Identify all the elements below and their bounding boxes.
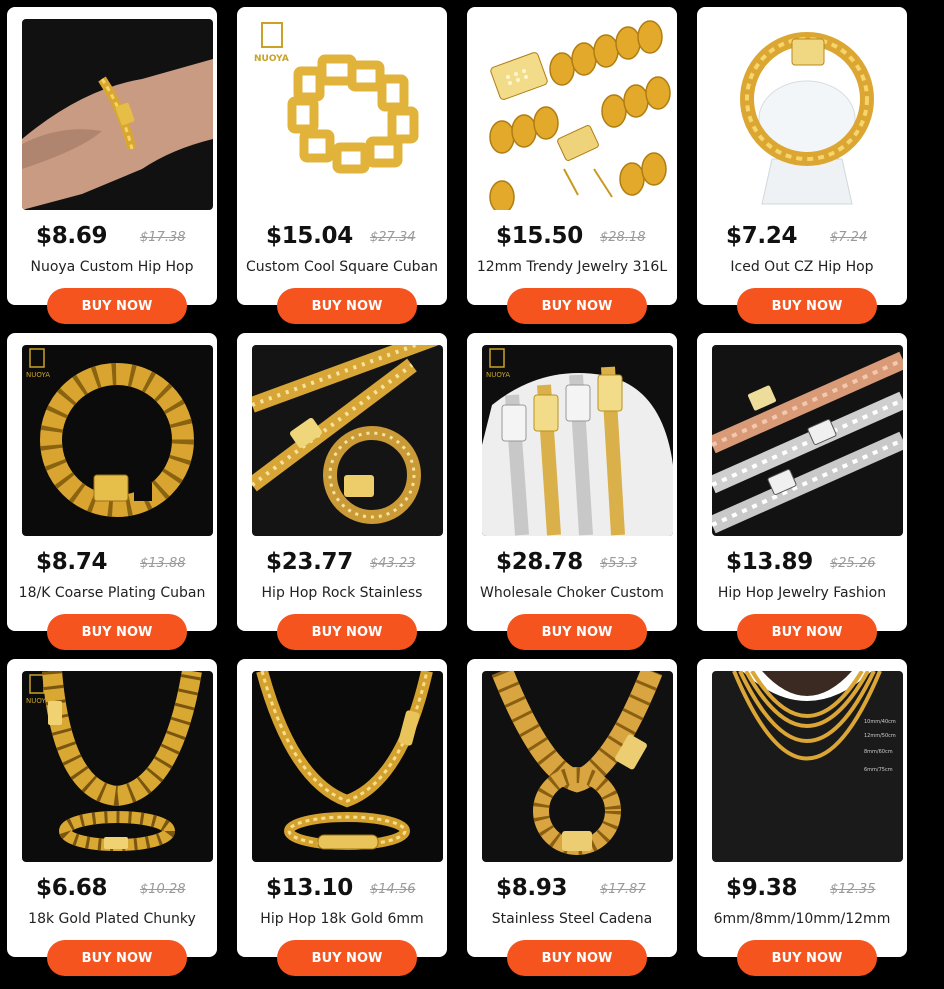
product-price: $23.77 [266,549,353,575]
product-price: $7.24 [726,223,798,249]
product-title[interactable]: Custom Cool Square Cuban [241,259,443,275]
product-price: $9.38 [726,875,798,901]
layered-necklaces-image: 10mm/40cm 12mm/50cm 8mm/60cm 6mm/75cm [712,671,903,862]
original-price: $27.34 [370,230,416,245]
product-title[interactable]: 6mm/8mm/10mm/12mm [701,911,903,927]
product-title[interactable]: 18k Gold Plated Chunky [11,911,213,927]
original-price: $17.87 [600,882,646,897]
product-card[interactable]: $13.89 $25.26 Hip Hop Jewelry Fashion BU… [697,333,907,650]
product-image[interactable] [252,671,443,862]
iced-clasp-chain-image [482,19,673,210]
product-card[interactable]: $8.93 $17.87 Stainless Steel Cadena BUY … [467,659,677,976]
product-card[interactable]: $15.50 $28.18 12mm Trendy Jewelry 316L B… [467,7,677,324]
original-price: $12.35 [830,882,876,897]
product-title[interactable]: 18/K Coarse Plating Cuban [11,585,213,601]
original-price: $25.26 [830,556,876,571]
buy-now-button[interactable]: BUY NOW [507,614,647,650]
product-title[interactable]: Hip Hop 18k Gold 6mm [241,911,443,927]
product-image[interactable] [22,19,213,210]
product-card[interactable]: $8.69 $17.38 Nuoya Custom Hip Hop BUY NO… [7,7,217,324]
product-card[interactable]: NUOYA $15.04 $27.34 Custom Cool Square C… [237,7,447,324]
product-price: $6.68 [36,875,108,901]
buy-now-button[interactable]: BUY NOW [507,288,647,324]
brand-logo-text: NUOYA [486,371,510,379]
buy-now-button[interactable]: BUY NOW [737,614,877,650]
product-card[interactable]: $7.24 $7.24 Iced Out CZ Hip Hop BUY NOW [697,7,907,324]
cuban-bracelet-black-image: NUOYA [22,345,213,536]
cadena-chain-set-image [482,671,673,862]
buy-now-button[interactable]: BUY NOW [277,940,417,976]
buy-now-button[interactable]: BUY NOW [47,288,187,324]
product-image[interactable] [712,19,903,210]
product-image[interactable] [482,671,673,862]
product-title[interactable]: Hip Hop Rock Stainless [241,585,443,601]
product-price: $13.10 [266,875,353,901]
product-grid: $8.69 $17.38 Nuoya Custom Hip Hop BUY NO… [7,7,907,976]
buy-now-button[interactable]: BUY NOW [277,614,417,650]
product-image[interactable]: NUOYA [252,19,443,210]
product-price: $8.74 [36,549,108,575]
buy-now-button[interactable]: BUY NOW [47,614,187,650]
product-card[interactable]: $13.10 $14.56 Hip Hop 18k Gold 6mm BUY N… [237,659,447,976]
chunky-chain-bracelet-image: NUOYA [22,671,213,862]
original-price: $7.24 [830,230,868,245]
original-price: $43.23 [370,556,416,571]
buy-now-button[interactable]: BUY NOW [507,940,647,976]
product-image[interactable]: NUOYA [22,345,213,536]
product-card[interactable]: $23.77 $43.23 Hip Hop Rock Stainless BUY… [237,333,447,650]
bracelet-on-stand-image [712,19,903,210]
product-image[interactable] [482,19,673,210]
product-price: $15.50 [496,223,583,249]
buy-now-button[interactable]: BUY NOW [737,940,877,976]
brand-logo-text: NUOYA [254,54,289,64]
size-label: 6mm/75cm [864,767,893,773]
product-image[interactable]: NUOYA [22,671,213,862]
product-title[interactable]: Nuoya Custom Hip Hop [11,259,213,275]
square-link-bracelet-image: NUOYA [252,19,443,210]
product-card[interactable]: NUOYA $6.68 $10.28 18k Gold Plated Chunk… [7,659,217,976]
product-title[interactable]: Iced Out CZ Hip Hop [701,259,903,275]
wheat-chain-set-image [252,671,443,862]
buy-now-button[interactable]: BUY NOW [277,288,417,324]
product-price: $13.89 [726,549,813,575]
original-price: $13.88 [140,556,186,571]
product-price: $8.93 [496,875,568,901]
product-image[interactable]: NUOYA [482,345,673,536]
product-card[interactable]: NUOYA $8.74 $13.88 18/K Coarse Plating C… [7,333,217,650]
product-card[interactable]: 10mm/40cm 12mm/50cm 8mm/60cm 6mm/75cm $9… [697,659,907,976]
product-image[interactable] [252,345,443,536]
original-price: $53.3 [600,556,638,571]
brand-logo-text: NUOYA [26,371,50,379]
product-title[interactable]: 12mm Trendy Jewelry 316L [471,259,673,275]
size-label: 12mm/50cm [864,733,896,739]
original-price: $14.56 [370,882,416,897]
bracelet-on-wrist-image [22,19,213,210]
product-card[interactable]: NUOYA $28.78 $53.3 Wholesale Choker Cust… [467,333,677,650]
size-label: 8mm/60cm [864,749,893,755]
original-price: $28.18 [600,230,646,245]
product-price: $15.04 [266,223,353,249]
tricolor-chains-image [712,345,903,536]
product-title[interactable]: Stainless Steel Cadena [471,911,673,927]
iced-cuban-set-image [252,345,443,536]
size-label: 10mm/40cm [864,719,896,725]
original-price: $10.28 [140,882,186,897]
product-image[interactable] [712,345,903,536]
product-image[interactable]: 10mm/40cm 12mm/50cm 8mm/60cm 6mm/75cm [712,671,903,862]
product-price: $8.69 [36,223,108,249]
buy-now-button[interactable]: BUY NOW [737,288,877,324]
buy-now-button[interactable]: BUY NOW [47,940,187,976]
original-price: $17.38 [140,230,186,245]
product-title[interactable]: Hip Hop Jewelry Fashion [701,585,903,601]
silver-gold-chokers-image: NUOYA [482,345,673,536]
product-title[interactable]: Wholesale Choker Custom [471,585,673,601]
product-price: $28.78 [496,549,583,575]
